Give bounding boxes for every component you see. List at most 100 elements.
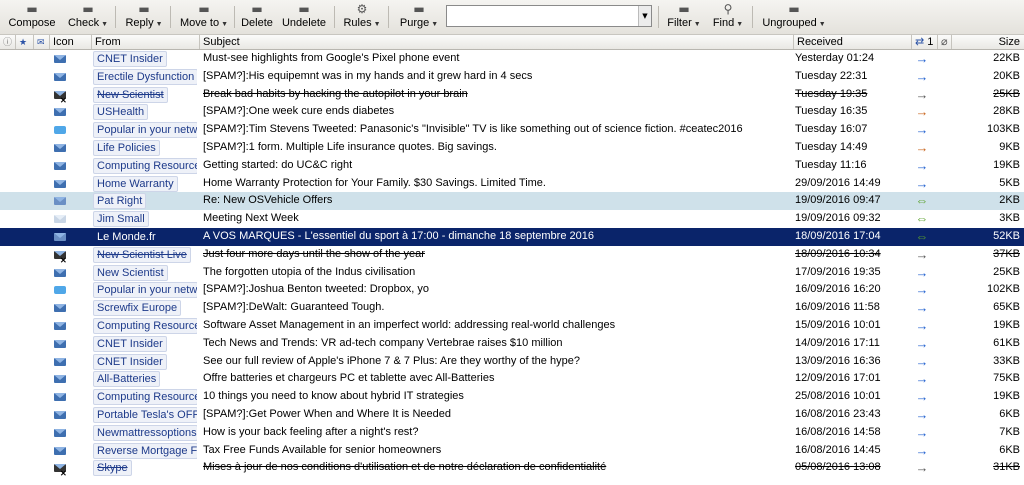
reply-button[interactable]: ▬ Reply ▼	[124, 2, 164, 32]
message-from[interactable]: CNET Insider	[93, 50, 197, 68]
message-from[interactable]: Skype	[93, 459, 197, 477]
compose-button[interactable]: ▬ Compose	[8, 2, 55, 32]
column-flag[interactable]: ★	[16, 35, 34, 49]
envelope-icon	[54, 161, 66, 170]
message-from[interactable]: Pat Right	[93, 192, 197, 210]
message-row[interactable]: CNET Insider Tech News and Trends: VR ad-…	[0, 335, 1024, 353]
message-received: 13/09/2016 16:36	[795, 354, 881, 367]
message-row[interactable]: CNET Insider Must-see highlights from Goo…	[0, 50, 1024, 68]
message-from[interactable]: CNET Insider	[93, 353, 197, 371]
message-row[interactable]: Popular in your network [SPAM?]:Joshua Be…	[0, 281, 1024, 299]
envelope-icon	[54, 393, 66, 402]
message-row[interactable]: Life Policies [SPAM?]:1 form. Multiple Li…	[0, 139, 1024, 157]
message-row[interactable]: Le Monde.fr A VOS MARQUES - L'essentiel d…	[0, 227, 1024, 246]
message-subject: Tech News and Trends: VR ad-tech company…	[203, 336, 563, 349]
message-icon-cell	[50, 192, 70, 210]
column-size[interactable]: Size	[952, 35, 1024, 49]
message-from[interactable]: Life Policies	[93, 139, 197, 157]
message-size: 25KB	[993, 87, 1020, 100]
message-received: Tuesday 16:07	[795, 123, 868, 136]
message-from[interactable]: Screwfix Europe	[93, 299, 197, 317]
message-status-arrow-icon: →	[915, 282, 929, 298]
message-row[interactable]: Computing Resources Getting started: do U…	[0, 157, 1024, 175]
move-to-button[interactable]: ▬ Move to ▼	[180, 2, 228, 32]
message-from[interactable]: Home Warranty	[93, 175, 197, 193]
message-size: 6KB	[999, 407, 1020, 420]
message-from[interactable]: Computing Resources	[93, 157, 197, 175]
message-from[interactable]: All-Batteries	[93, 370, 197, 388]
column-status[interactable]: ⇄ 1	[912, 35, 938, 49]
column-from[interactable]: From	[92, 35, 200, 49]
column-subject[interactable]: Subject	[200, 35, 794, 49]
message-row[interactable]: Jim Small Meeting Next Week 19/09/2016 09:…	[0, 210, 1024, 228]
toolbar-separator	[752, 6, 753, 28]
message-from[interactable]: New Scientist	[93, 86, 197, 104]
message-row[interactable]: Screwfix Europe [SPAM?]:DeWalt: Guarantee…	[0, 299, 1024, 317]
search-box[interactable]: ▼	[446, 5, 652, 27]
message-row[interactable]: Newmattressoptions.com How is your back f…	[0, 424, 1024, 442]
message-from[interactable]: Jim Small	[93, 210, 197, 228]
message-size: 28KB	[993, 105, 1020, 118]
filter-button[interactable]: ▬ Filter ▼	[664, 2, 704, 32]
message-status-arrow-icon: →	[915, 51, 929, 66]
column-read[interactable]: ✉	[34, 35, 50, 49]
column-priority[interactable]: ⓘ	[0, 35, 16, 49]
delete-button[interactable]: ▬ Delete	[240, 2, 274, 32]
message-from[interactable]: Erectile Dysfunction	[93, 68, 197, 86]
check-button[interactable]: ▬ Check ▼	[68, 2, 108, 32]
message-row[interactable]: Pat Right Re: New OSVehicle Offers 19/09/2…	[0, 192, 1024, 211]
message-from[interactable]: Portable Tesla's OFF-Grid	[93, 406, 197, 424]
message-row[interactable]: Computing Resources 10 things you need to…	[0, 388, 1024, 406]
message-size: 2KB	[999, 194, 1020, 207]
message-subject: Software Asset Management in an imperfec…	[203, 318, 616, 331]
ungrouped-button[interactable]: ▬ Ungrouped ▼	[762, 2, 826, 32]
message-from[interactable]: Reverse Mortgage Facts	[93, 442, 197, 460]
message-row[interactable]: Popular in your network [SPAM?]:Tim Steve…	[0, 121, 1024, 139]
envelope-icon	[54, 428, 66, 437]
envelope-icon	[54, 357, 66, 366]
message-row[interactable]: All-Batteries Offre batteries et chargeur…	[0, 370, 1024, 388]
message-size: 25KB	[993, 265, 1020, 278]
toolbar-separator	[170, 6, 171, 28]
message-row[interactable]: ✕ New Scientist Break bad habits by hackin…	[0, 86, 1024, 104]
message-from[interactable]: Popular in your network	[93, 281, 197, 299]
message-row[interactable]: Erectile Dysfunction [SPAM?]:His equipemn…	[0, 68, 1024, 86]
column-attachment[interactable]: ⌀	[938, 35, 952, 49]
message-row[interactable]: Computing Resources Software Asset Manage…	[0, 317, 1024, 335]
message-from[interactable]: Computing Resources	[93, 317, 197, 335]
search-input[interactable]	[447, 6, 643, 26]
message-row[interactable]: CNET Insider See our full review of Apple…	[0, 353, 1024, 371]
message-size: 19KB	[993, 318, 1020, 331]
message-row[interactable]: New Scientist The forgotten utopia of the…	[0, 264, 1024, 282]
message-row[interactable]: Home Warranty Home Warranty Protection fo…	[0, 175, 1024, 193]
find-button[interactable]: ⚲ Find ▼	[710, 2, 746, 32]
message-size: 33KB	[993, 354, 1020, 367]
undelete-button[interactable]: ▬ Undelete	[282, 2, 326, 32]
message-from[interactable]: New Scientist	[93, 264, 197, 282]
column-received[interactable]: Received	[794, 35, 912, 49]
message-row[interactable]: Portable Tesla's OFF-Grid [SPAM?]:Get Pow…	[0, 406, 1024, 424]
message-from[interactable]: CNET Insider	[93, 335, 197, 353]
message-status-arrow-icon: →	[915, 175, 929, 191]
rules-button[interactable]: ⚙ Rules ▼	[343, 2, 380, 32]
message-row[interactable]: Reverse Mortgage Facts Tax Free Funds Ava…	[0, 442, 1024, 460]
message-subject: Home Warranty Protection for Your Family…	[203, 176, 546, 189]
message-status-arrow-icon: →	[915, 264, 929, 280]
message-size: 65KB	[993, 301, 1020, 314]
message-from[interactable]: Le Monde.fr	[93, 228, 197, 246]
message-row[interactable]: ✕ New Scientist Live Just four more days u…	[0, 246, 1024, 264]
message-row[interactable]: USHealth [SPAM?]:One week cure ends diabe…	[0, 103, 1024, 121]
column-icon[interactable]: Icon	[50, 35, 92, 49]
search-dropdown-arrow[interactable]: ▼	[638, 6, 651, 26]
message-from[interactable]: USHealth	[93, 103, 197, 121]
message-received: Yesterday 01:24	[795, 52, 875, 64]
message-received: 05/08/2016 13:08	[795, 461, 881, 474]
message-from[interactable]: New Scientist Live	[93, 246, 197, 264]
message-row[interactable]: ✕ Skype Mises à jour de nos conditions d'u…	[0, 459, 1024, 477]
message-from[interactable]: Computing Resources	[93, 388, 197, 406]
purge-button[interactable]: ▬ Purge ▼	[400, 2, 438, 32]
message-subject: Must-see highlights from Google's Pixel …	[203, 52, 460, 64]
twitter-icon	[54, 286, 66, 295]
message-from[interactable]: Popular in your network	[93, 121, 197, 139]
message-from[interactable]: Newmattressoptions.com	[93, 424, 197, 442]
